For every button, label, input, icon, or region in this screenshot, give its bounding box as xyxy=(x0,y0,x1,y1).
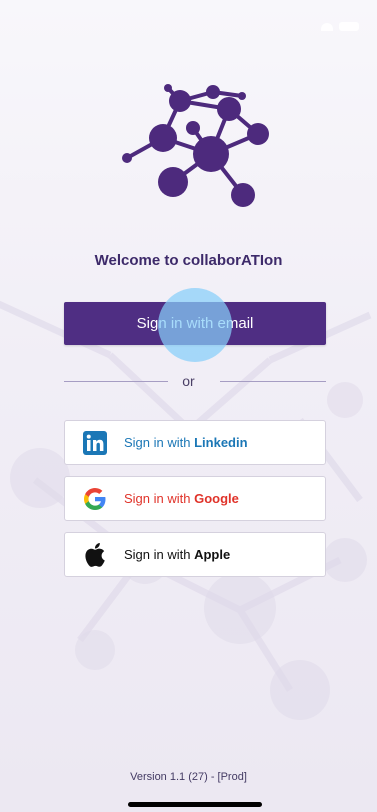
sign-in-google-button[interactable]: Sign in with Google xyxy=(64,476,326,521)
battery-icon xyxy=(339,22,359,31)
google-brand-text: Google xyxy=(194,491,239,506)
linkedin-brand-text: Linkedin xyxy=(194,435,248,450)
home-indicator xyxy=(128,802,262,807)
sign-in-email-button[interactable]: Sign in with email xyxy=(64,302,326,345)
sign-in-google-label: Sign in with Google xyxy=(124,491,239,506)
linkedin-icon xyxy=(83,430,107,455)
welcome-heading: Welcome to collaborATIon xyxy=(94,252,283,269)
version-text: Version 1.1 (27) - [Prod] xyxy=(130,771,247,783)
sign-in-linkedin-button[interactable]: Sign in with Linkedin xyxy=(64,420,326,465)
google-icon xyxy=(83,487,107,511)
sign-in-apple-prefix: Sign in with xyxy=(124,547,195,562)
apple-icon xyxy=(83,542,107,567)
wifi-icon xyxy=(321,22,333,31)
sign-in-apple-label: Sign in with Apple xyxy=(124,547,230,562)
sign-in-apple-button[interactable]: Sign in with Apple xyxy=(64,532,326,577)
status-bar xyxy=(0,0,377,44)
sign-in-linkedin-prefix: Sign in with xyxy=(124,435,195,450)
sign-in-linkedin-label: Sign in with Linkedin xyxy=(124,435,248,450)
sign-in-email-label: Sign in with email xyxy=(136,315,254,332)
sign-in-google-prefix: Sign in with xyxy=(124,491,195,506)
login-screen: Welcome to collaborATIon Sign in with em… xyxy=(0,0,377,812)
network-icon xyxy=(122,84,269,207)
divider-line-right xyxy=(220,381,326,382)
status-icons xyxy=(321,22,359,31)
apple-brand-text: Apple xyxy=(194,547,231,562)
